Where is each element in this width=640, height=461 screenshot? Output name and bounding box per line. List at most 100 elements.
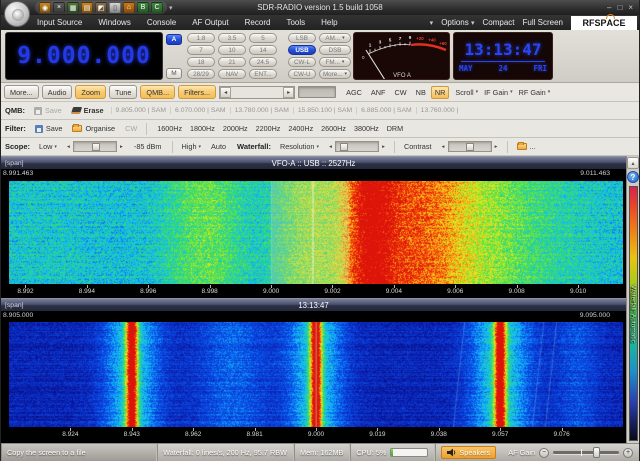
toolbar-button-audio[interactable]: Audio xyxy=(42,85,73,99)
dsp-toggle-anf[interactable]: ANF xyxy=(371,88,386,97)
mode-button-dsb[interactable]: DSB xyxy=(319,45,351,55)
filter-width-2600hz[interactable]: 2600Hz xyxy=(317,124,350,133)
toolbar-button-more[interactable]: More... xyxy=(4,85,39,99)
menu-item-windows[interactable]: Windows xyxy=(98,18,130,27)
qmb-entry[interactable]: 9.805.000 | SAM xyxy=(111,107,171,114)
menu-item-help[interactable]: Help xyxy=(321,18,337,27)
display-icon[interactable]: ▦ xyxy=(67,2,79,13)
filter-width-1800hz[interactable]: 1800Hz xyxy=(186,124,219,133)
toolbar-dropdown-if-gain[interactable]: IF Gain▾ xyxy=(484,88,512,97)
qmb-entry[interactable]: 6.070.000 | SAM xyxy=(170,107,230,114)
menu-overflow-chevron-icon[interactable]: ▾ xyxy=(430,19,434,27)
toolbar-dropdown-scroll[interactable]: Scroll▾ xyxy=(455,88,478,97)
filter-cw-button[interactable]: CW xyxy=(122,122,140,136)
menu-item-options[interactable]: Options ▾ xyxy=(441,18,474,27)
slider-left-icon[interactable]: ◂ xyxy=(326,141,335,153)
dsp-toggle-agc[interactable]: AGC xyxy=(346,88,362,97)
slider-track[interactable] xyxy=(73,141,117,152)
home-icon[interactable]: ⌂ xyxy=(123,2,135,13)
calendar-icon[interactable]: ▤ xyxy=(81,2,93,13)
band-button-18[interactable]: 18 xyxy=(187,57,215,67)
vfo-a-button[interactable]: A xyxy=(166,34,182,45)
panel1-header[interactable]: [span] VFO-A :: USB :: 2527Hz xyxy=(1,156,626,169)
toolbar-button-zoom[interactable]: Zoom xyxy=(75,85,106,99)
help-icon[interactable]: ? xyxy=(627,171,639,183)
console-c-icon[interactable]: C xyxy=(151,2,163,13)
band-button-5[interactable]: 5 xyxy=(249,33,277,43)
band-button-nav[interactable]: NAV xyxy=(218,69,246,79)
slider-track[interactable] xyxy=(335,141,379,152)
menu-item-compact[interactable]: Compact xyxy=(483,18,515,27)
contacts-icon[interactable]: ◩ xyxy=(95,2,107,13)
speakers-button[interactable]: Speakers xyxy=(441,446,496,459)
nr-toggle[interactable]: NR xyxy=(431,86,450,99)
band-button-7[interactable]: 7 xyxy=(187,45,215,55)
dsp-toggle-cw[interactable]: CW xyxy=(395,88,407,97)
panel1-span-button[interactable]: [span] xyxy=(5,160,24,167)
volume-plus-button[interactable]: + xyxy=(623,448,633,458)
menu-item-full-screen[interactable]: Full Screen xyxy=(523,18,563,27)
screenshot-button[interactable]: ... xyxy=(514,140,539,154)
toolbar-dropdown-rf-gain[interactable]: RF Gain▾ xyxy=(519,88,551,97)
mode-button-more[interactable]: More...▾ xyxy=(319,69,351,79)
scrollbar-track[interactable] xyxy=(231,87,283,98)
menu-item-console[interactable]: Console xyxy=(147,18,176,27)
band-button-24-5[interactable]: 24.5 xyxy=(249,57,277,67)
band-button-1-8[interactable]: 1.8 xyxy=(187,33,215,43)
waterfall-resolution-slider[interactable]: ◂ ▸ xyxy=(326,141,388,153)
band-button-28-29[interactable]: 28/29 xyxy=(187,69,215,79)
scope-low-dropdown[interactable]: Low▾ xyxy=(39,142,57,151)
slider-thumb[interactable] xyxy=(466,143,474,151)
menu-item-af-output[interactable]: AF Output xyxy=(192,18,228,27)
filter-save-button[interactable]: Save xyxy=(32,122,66,136)
scope-low-slider[interactable]: ◂ ▸ xyxy=(64,141,126,153)
maximize-button[interactable]: □ xyxy=(617,3,622,12)
filter-width-2400hz[interactable]: 2400Hz xyxy=(284,124,317,133)
slider-left-icon[interactable]: ◂ xyxy=(64,141,73,153)
scroll-right-icon[interactable]: ▸ xyxy=(283,87,294,98)
slider-right-icon[interactable]: ▸ xyxy=(492,141,501,153)
menu-item-input-source[interactable]: Input Source xyxy=(37,18,82,27)
collapse-chevron-button[interactable]: ▴ xyxy=(627,157,639,169)
power-icon[interactable]: ◉ xyxy=(39,2,51,13)
slider-right-icon[interactable]: ▸ xyxy=(117,141,126,153)
panel2-span-button[interactable]: [span] xyxy=(5,302,24,309)
band-button-3-5[interactable]: 3.5 xyxy=(218,33,246,43)
qat-overflow-chevron-icon[interactable]: ▾ xyxy=(169,4,173,12)
filter-width-2200hz[interactable]: 2200Hz xyxy=(252,124,285,133)
mode-button-cw-u[interactable]: CW-U xyxy=(288,69,316,79)
qmb-entry[interactable]: 6.885.000 | SAM xyxy=(356,107,416,114)
qmb-entry[interactable]: 13.780.000 | SAM xyxy=(230,107,293,114)
waterfall-vfo-a[interactable] xyxy=(9,181,623,284)
close-button[interactable]: × xyxy=(628,3,633,12)
waterfall-color-gradient[interactable]: Waterfall: Automatic xyxy=(629,186,638,441)
menu-item-record[interactable]: Record xyxy=(245,18,271,27)
filter-width-1600hz[interactable]: 1600Hz xyxy=(153,124,186,133)
slider-thumb[interactable] xyxy=(340,143,348,151)
scroll-left-icon[interactable]: ◂ xyxy=(220,87,231,98)
mode-button-lsb[interactable]: LSB xyxy=(288,33,316,43)
tools-icon[interactable]: × xyxy=(53,2,65,13)
dsp-toggle-nb[interactable]: NB xyxy=(416,88,426,97)
waterfall-resolution-dropdown[interactable]: Resolution▾ xyxy=(280,142,319,151)
qmb-entry[interactable]: 13.760.000 | xyxy=(416,107,463,114)
document-icon[interactable]: ▯ xyxy=(109,2,121,13)
console-b-icon[interactable]: B xyxy=(137,2,149,13)
scope-auto-button[interactable]: Auto xyxy=(211,142,226,151)
mode-button-am[interactable]: AM...▾ xyxy=(319,33,351,43)
slider-right-icon[interactable]: ▸ xyxy=(379,141,388,153)
waterfall-contrast-slider[interactable]: ◂ ▸ xyxy=(439,141,501,153)
minimize-button[interactable]: – xyxy=(607,3,611,12)
band-button-10[interactable]: 10 xyxy=(218,45,246,55)
vfo-m-button[interactable]: M xyxy=(166,68,182,79)
toolbar-button-qmb[interactable]: QMB... xyxy=(140,85,175,99)
filter-width-drm[interactable]: DRM xyxy=(383,124,407,133)
waterfall-wide[interactable] xyxy=(9,322,623,427)
mode-button-fm[interactable]: FM...▾ xyxy=(319,57,351,67)
af-gain-slider[interactable] xyxy=(553,451,619,454)
filter-width-3800hz[interactable]: 3800Hz xyxy=(350,124,383,133)
mode-button-usb[interactable]: USB xyxy=(288,45,316,55)
tuning-scrollbar[interactable]: ◂ ▸ xyxy=(219,86,295,99)
toolbar-button-filters[interactable]: Filters... xyxy=(178,85,216,99)
scope-high-dropdown[interactable]: High▾ xyxy=(182,142,202,151)
